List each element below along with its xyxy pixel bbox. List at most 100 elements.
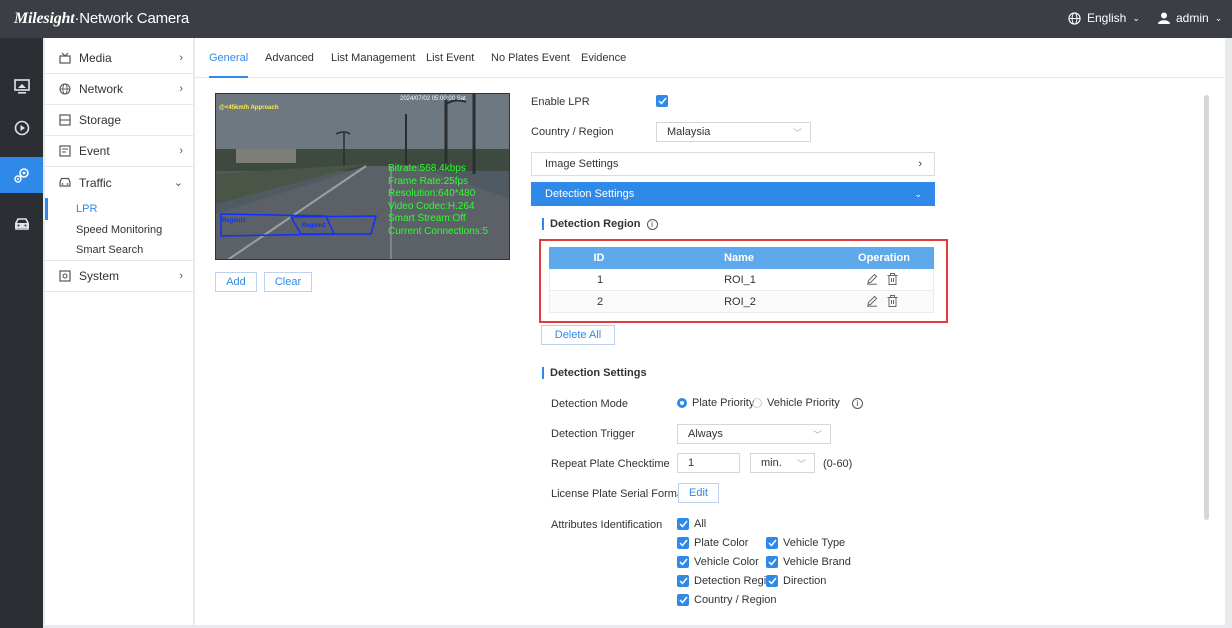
nav-sub-smart-label: Smart Search: [76, 243, 144, 256]
tab-evidence[interactable]: Evidence: [581, 52, 626, 64]
checkbox-checked-icon: [677, 575, 689, 587]
nav-sub-smart-search[interactable]: Smart Search: [45, 239, 193, 261]
attr-plate-color-checkbox[interactable]: Plate Color: [677, 537, 748, 549]
table-row[interactable]: 2 ROI_2: [549, 291, 934, 313]
detection-settings-panel[interactable]: Detection Settings ⌄: [531, 182, 935, 206]
settings-icon[interactable]: [0, 157, 43, 193]
main-content: General Advanced List Management List Ev…: [195, 38, 1225, 625]
attr-detection-region-checkbox[interactable]: Detection Region: [677, 575, 778, 587]
top-bar: Milesight·Network Camera English ⌄ admin…: [0, 0, 1232, 38]
app-logo: Milesight·Network Camera: [14, 10, 189, 27]
attributes-identification-label: Attributes Identification: [551, 519, 663, 531]
row-id: 1: [596, 273, 604, 286]
event-icon: [59, 145, 73, 157]
chevron-down-icon: ﹀: [792, 127, 802, 138]
chevron-right-icon: ›: [179, 145, 183, 157]
nav-sub-lpr[interactable]: LPR: [45, 198, 193, 220]
image-settings-label: Image Settings: [545, 158, 619, 170]
mode-plate-priority-label: Plate Priority: [692, 397, 755, 409]
detection-trigger-select[interactable]: Always ﹀: [677, 424, 831, 444]
attr-direction-checkbox[interactable]: Direction: [766, 575, 826, 587]
row-name: ROI_1: [724, 273, 756, 286]
delete-all-button[interactable]: Delete All: [541, 325, 615, 345]
nav-network[interactable]: Network ›: [45, 74, 193, 105]
edit-icon[interactable]: [866, 295, 878, 310]
nav-sub-speed-monitoring[interactable]: Speed Monitoring: [45, 219, 193, 241]
edit-icon[interactable]: [866, 273, 878, 288]
media-icon: [59, 52, 73, 64]
tab-advanced[interactable]: Advanced: [265, 52, 314, 64]
nav-traffic-label: Traffic: [79, 175, 112, 190]
detection-mode-label: Detection Mode: [551, 398, 629, 410]
stat-codec: Video Codec:H.264: [388, 200, 475, 212]
nav-storage-label: Storage: [79, 113, 122, 127]
chevron-down-icon: ⌄: [1132, 12, 1140, 23]
country-region-select[interactable]: Malaysia ﹀: [656, 122, 811, 142]
add-region-button[interactable]: Add: [215, 272, 257, 292]
serial-format-label: License Plate Serial Format: [551, 488, 687, 500]
live-view-icon[interactable]: [0, 68, 43, 104]
repeat-unit-value: min.: [761, 457, 782, 469]
nav-traffic[interactable]: Traffic ⌄: [45, 167, 193, 198]
serial-format-edit-button[interactable]: Edit: [678, 483, 719, 503]
user-menu[interactable]: admin ⌄: [1158, 11, 1222, 25]
vehicle-icon[interactable]: [0, 206, 43, 242]
chevron-right-icon: ›: [918, 158, 922, 170]
stat-framerate: Frame Rate:25fps: [388, 175, 469, 187]
globe-icon: [1068, 11, 1081, 25]
region-label-1: Region1: [222, 218, 246, 224]
car-icon: [59, 177, 73, 188]
tab-general[interactable]: General: [209, 52, 249, 78]
attr-all-checkbox[interactable]: All: [677, 518, 706, 530]
attr-vehicle-color-checkbox[interactable]: Vehicle Color: [677, 556, 759, 568]
tab-list-management[interactable]: List Management: [331, 52, 415, 64]
mode-vehicle-priority-radio[interactable]: Vehicle Priority i: [752, 397, 863, 409]
repeat-checktime-input[interactable]: 1: [677, 453, 740, 473]
col-operation: Operation: [858, 252, 910, 264]
attr-all-label: All: [694, 518, 707, 530]
attr-direction-label: Direction: [783, 575, 827, 587]
delete-icon[interactable]: [887, 295, 898, 310]
nav-system[interactable]: System ›: [45, 261, 193, 292]
attr-plate-color-label: Plate Color: [694, 537, 749, 549]
nav-media[interactable]: Media ›: [45, 43, 193, 74]
info-icon[interactable]: i: [646, 219, 658, 230]
enable-lpr-checkbox[interactable]: [656, 95, 668, 107]
detection-region-heading: Detection Region i: [542, 218, 658, 230]
mode-plate-priority-radio[interactable]: Plate Priority: [677, 397, 754, 409]
enable-lpr-label: Enable LPR: [531, 96, 590, 108]
detection-region-table: ID Name Operation 1 ROI_1 2 ROI_2: [549, 247, 934, 313]
attr-country-region-checkbox[interactable]: Country / Region: [677, 594, 777, 606]
region-label-2: Region2: [302, 223, 326, 229]
info-icon[interactable]: i: [851, 397, 863, 409]
clear-region-button[interactable]: Clear: [264, 272, 312, 292]
camera-preview[interactable]: @<45km/h Approach 2024/07/02 05:00:00 Sa…: [215, 93, 510, 260]
attr-vehicle-brand-checkbox[interactable]: Vehicle Brand: [766, 556, 851, 568]
nav-event[interactable]: Event ›: [45, 136, 193, 167]
repeat-unit-select[interactable]: min. ﹀: [750, 453, 815, 473]
row-id: 2: [596, 295, 604, 308]
nav-storage[interactable]: Storage: [45, 105, 193, 136]
col-id: ID: [593, 252, 605, 264]
chevron-down-icon: ⌄: [914, 188, 922, 199]
playback-icon[interactable]: [0, 110, 43, 146]
settings-nav: Media › Network › Storage Event › Traffi…: [45, 38, 193, 625]
detection-settings-panel-label: Detection Settings: [545, 188, 635, 200]
language-menu[interactable]: English ⌄: [1068, 11, 1140, 25]
repeat-checktime-value: 1: [688, 457, 695, 469]
image-settings-panel[interactable]: Image Settings ›: [531, 152, 935, 176]
table-header: ID Name Operation: [549, 247, 934, 269]
icon-rail: [0, 38, 43, 628]
delete-icon[interactable]: [887, 273, 898, 288]
chevron-down-icon: ﹀: [796, 458, 806, 469]
table-row[interactable]: 1 ROI_1: [549, 269, 934, 291]
checkbox-checked-icon: [766, 537, 778, 549]
tab-list-event[interactable]: List Event: [426, 52, 474, 64]
osd-time-text: 2024/07/02 05:00:00 Sat: [400, 96, 466, 102]
storage-icon: [59, 114, 73, 126]
vertical-scrollbar[interactable]: [1204, 95, 1209, 520]
system-icon: [59, 270, 73, 282]
attr-vehicle-type-checkbox[interactable]: Vehicle Type: [766, 537, 845, 549]
stream-stats: Bitrate:568.4kbps Frame Rate:25fps Resol…: [388, 163, 488, 238]
tab-no-plates-event[interactable]: No Plates Event: [491, 52, 570, 64]
